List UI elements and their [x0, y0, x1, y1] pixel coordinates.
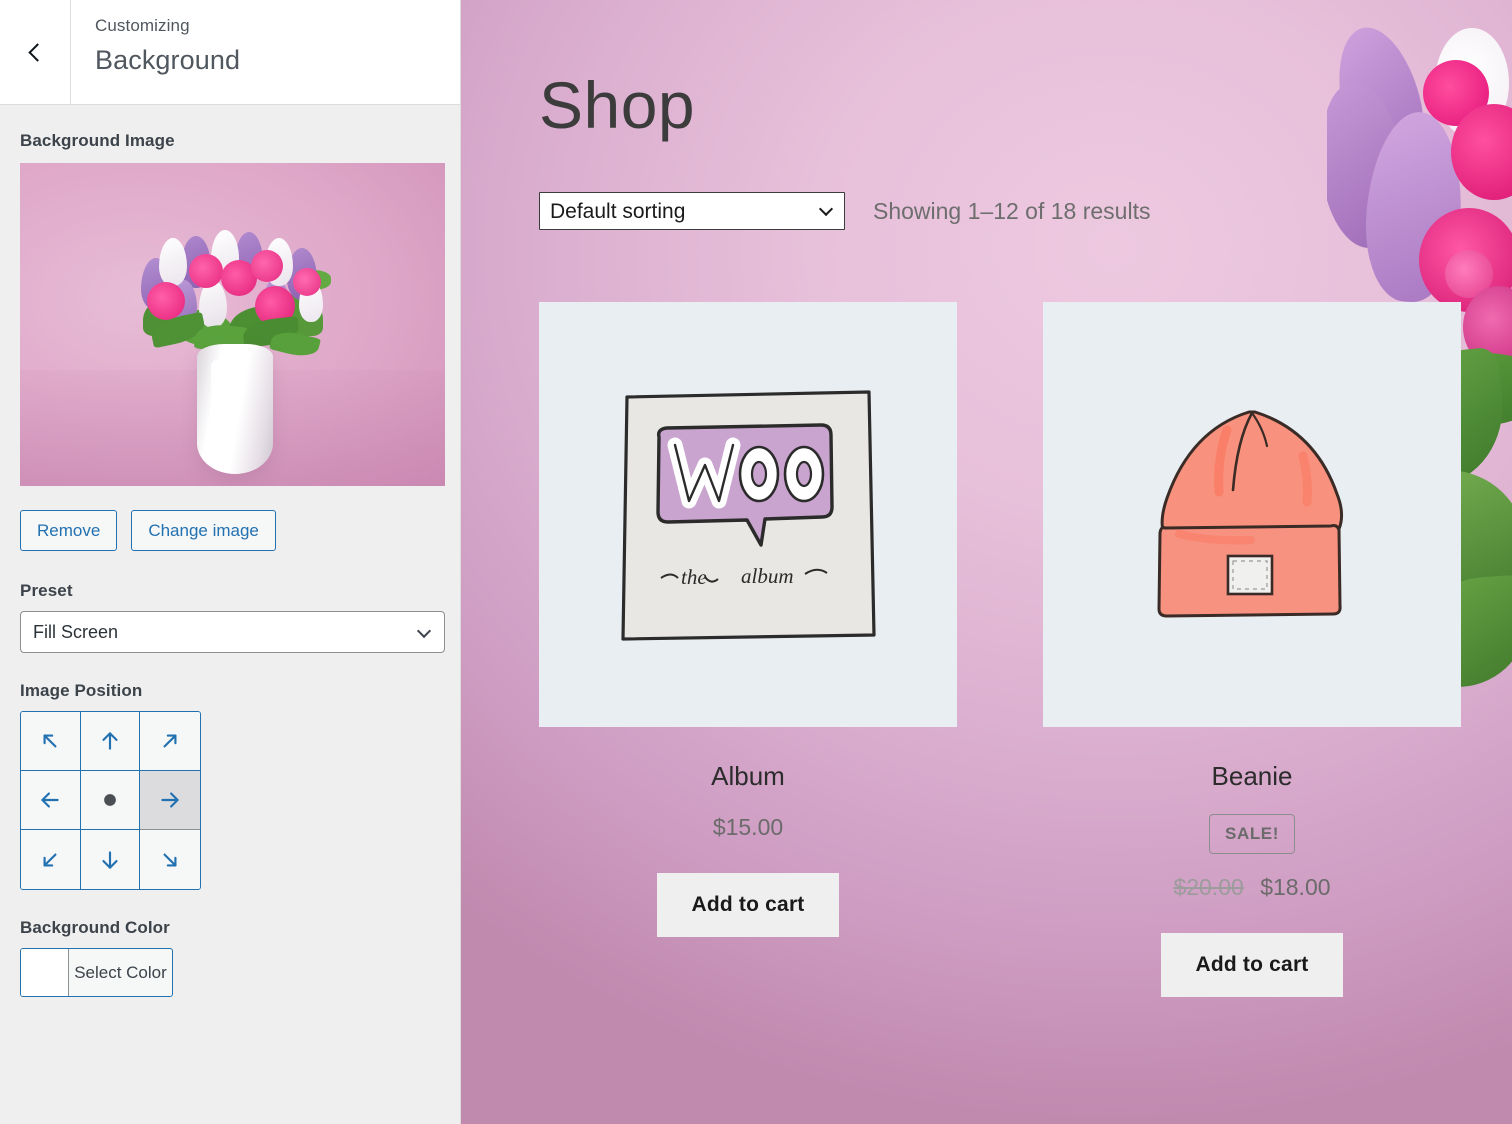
- background-color-label: Background Color: [20, 918, 170, 938]
- white-vase: [196, 343, 273, 474]
- result-count: Showing 1–12 of 18 results: [873, 197, 1151, 224]
- background-image-thumbnail[interactable]: [20, 163, 445, 486]
- sorting-select-wrap: Default sorting: [539, 192, 845, 230]
- arrow-left-icon: [41, 792, 59, 808]
- image-position-grid: [20, 711, 201, 891]
- shop-toolbar: Default sorting Showing 1–12 of 18 resul…: [539, 192, 1512, 230]
- position-top-center[interactable]: [80, 712, 141, 772]
- back-button[interactable]: [0, 0, 71, 104]
- customizer-controls: Background Image Remove Change image Pre…: [0, 105, 460, 1124]
- arrow-up-right-icon: [163, 734, 177, 748]
- arrow-right-icon: [161, 792, 179, 808]
- position-center-left[interactable]: [21, 771, 81, 831]
- product-price-current: $18.00: [1260, 874, 1331, 900]
- arrow-up-left-icon: [43, 734, 57, 748]
- svg-text:album: album: [741, 564, 794, 588]
- product-card: the album Album $15.00 Add to cart: [539, 302, 957, 997]
- customizer-panel-header: Customizing Background: [0, 0, 460, 105]
- preset-select-wrap: Fill Screen: [20, 611, 445, 654]
- arrow-up-icon: [102, 732, 118, 750]
- status-badge: SALE!: [1209, 814, 1295, 854]
- product-price-current: $15.00: [712, 814, 784, 840]
- remove-image-button[interactable]: Remove: [20, 510, 118, 552]
- product-price: $15.00: [539, 814, 957, 841]
- product-card: Beanie SALE! $20.00 $18.00 Add to cart: [1043, 302, 1461, 997]
- position-bottom-center[interactable]: [80, 830, 141, 890]
- dot-icon: [104, 794, 116, 807]
- customizer-sidebar: Customizing Background Background Image: [0, 0, 461, 1124]
- product-image-beanie[interactable]: [1043, 302, 1461, 727]
- shop-page-content: Shop Default sorting Showing 1–12 of 18 …: [461, 0, 1512, 997]
- product-image-album[interactable]: the album: [539, 302, 957, 727]
- preset-label: Preset: [20, 581, 73, 601]
- product-price: $20.00 $18.00: [1043, 874, 1461, 901]
- panel-header-titles: Customizing Background: [71, 0, 240, 104]
- add-to-cart-button[interactable]: Add to cart: [1161, 933, 1343, 997]
- change-image-button[interactable]: Change image: [131, 510, 276, 552]
- site-preview: Shop Default sorting Showing 1–12 of 18 …: [461, 0, 1512, 1124]
- page-title: Background: [95, 44, 241, 75]
- image-position-label: Image Position: [20, 681, 143, 701]
- select-color-label: Select Color: [74, 962, 167, 982]
- shop-page-title: Shop: [539, 68, 696, 142]
- add-to-cart-button[interactable]: Add to cart: [657, 873, 839, 937]
- customizing-kicker: Customizing: [95, 16, 190, 35]
- background-color-picker[interactable]: Select Color: [20, 948, 173, 998]
- chevron-left-icon: [28, 42, 47, 62]
- preset-select[interactable]: Fill Screen: [20, 611, 445, 654]
- product-name[interactable]: Beanie: [1043, 761, 1461, 792]
- product-grid: the album Album $15.00 Add to cart Beani…: [539, 302, 1512, 997]
- svg-text:the: the: [681, 565, 707, 589]
- sorting-select[interactable]: Default sorting: [539, 192, 845, 230]
- coral-beanie-hat-illustration-icon: [1157, 410, 1344, 617]
- arrow-down-icon: [102, 851, 118, 869]
- product-name[interactable]: Album: [539, 761, 957, 792]
- position-bottom-right[interactable]: [140, 830, 200, 890]
- arrow-down-right-icon: [163, 853, 177, 867]
- background-image-actions: Remove Change image: [20, 510, 440, 552]
- arrow-down-left-icon: [43, 853, 57, 867]
- woo-the-album-hand-drawn-cover-icon: the album: [621, 389, 876, 641]
- position-top-left[interactable]: [21, 712, 81, 772]
- background-image-label: Background Image: [20, 131, 175, 150]
- position-center-right[interactable]: [140, 771, 200, 831]
- position-center-center[interactable]: [80, 771, 141, 831]
- product-price-regular: $20.00: [1173, 874, 1244, 900]
- position-top-right[interactable]: [140, 712, 200, 772]
- color-swatch: [21, 949, 69, 997]
- position-bottom-left[interactable]: [21, 830, 81, 890]
- customizer-screen: Customizing Background Background Image: [0, 0, 1512, 1124]
